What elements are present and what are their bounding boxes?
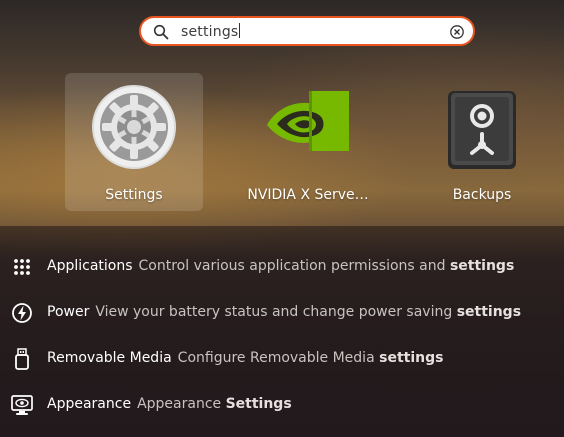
result-description: View your battery status and change powe… xyxy=(95,304,453,320)
search-input[interactable]: settings xyxy=(181,23,241,40)
search-query: settings xyxy=(181,24,239,40)
app-label: Settings xyxy=(105,187,163,203)
result-description: Appearance xyxy=(137,396,222,412)
text-caret xyxy=(239,23,241,38)
result-text: Power View your battery status and change… xyxy=(47,304,521,320)
app-tile-nvidia[interactable]: NVIDIA X Serve… xyxy=(239,73,377,211)
result-removable-media[interactable]: Removable Media Configure Removable Media… xyxy=(0,338,564,378)
result-name: Power xyxy=(47,304,90,320)
nvidia-icon xyxy=(267,91,349,151)
app-label: Backups xyxy=(452,187,512,203)
search-entry[interactable]: settings xyxy=(139,16,475,46)
app-tile-backups[interactable]: Backups xyxy=(413,73,551,211)
result-text: Applications Control various application … xyxy=(47,258,514,274)
result-applications[interactable]: Applications Control various application … xyxy=(0,246,564,286)
appearance-icon xyxy=(11,395,33,415)
backups-safe-icon xyxy=(448,91,516,169)
result-match: Settings xyxy=(225,396,292,412)
result-match: settings xyxy=(456,304,522,320)
result-text: Appearance Appearance Settings xyxy=(47,396,292,412)
result-match: settings xyxy=(449,258,515,274)
app-icon-wrap xyxy=(65,85,203,169)
result-name: Applications xyxy=(47,258,133,274)
result-description: Configure Removable Media xyxy=(177,350,375,366)
clear-icon[interactable] xyxy=(449,24,465,40)
usb-drive-icon xyxy=(15,348,29,370)
app-tile-settings[interactable]: Settings xyxy=(65,73,203,211)
result-name: Removable Media xyxy=(47,350,172,366)
settings-gear-icon xyxy=(92,85,176,169)
app-icon-wrap xyxy=(413,87,551,169)
result-description: Control various application permissions … xyxy=(138,258,446,274)
result-match: settings xyxy=(379,350,444,366)
power-icon xyxy=(12,303,32,323)
app-icon-wrap xyxy=(239,87,377,167)
search-icon xyxy=(153,24,169,40)
result-text: Removable Media Configure Removable Media… xyxy=(47,350,443,366)
app-label: NVIDIA X Serve… xyxy=(247,187,369,203)
result-name: Appearance xyxy=(47,396,132,412)
app-grid-icon xyxy=(14,259,30,275)
result-appearance[interactable]: Appearance Appearance Settings xyxy=(0,384,564,424)
result-power[interactable]: Power View your battery status and change… xyxy=(0,292,564,332)
